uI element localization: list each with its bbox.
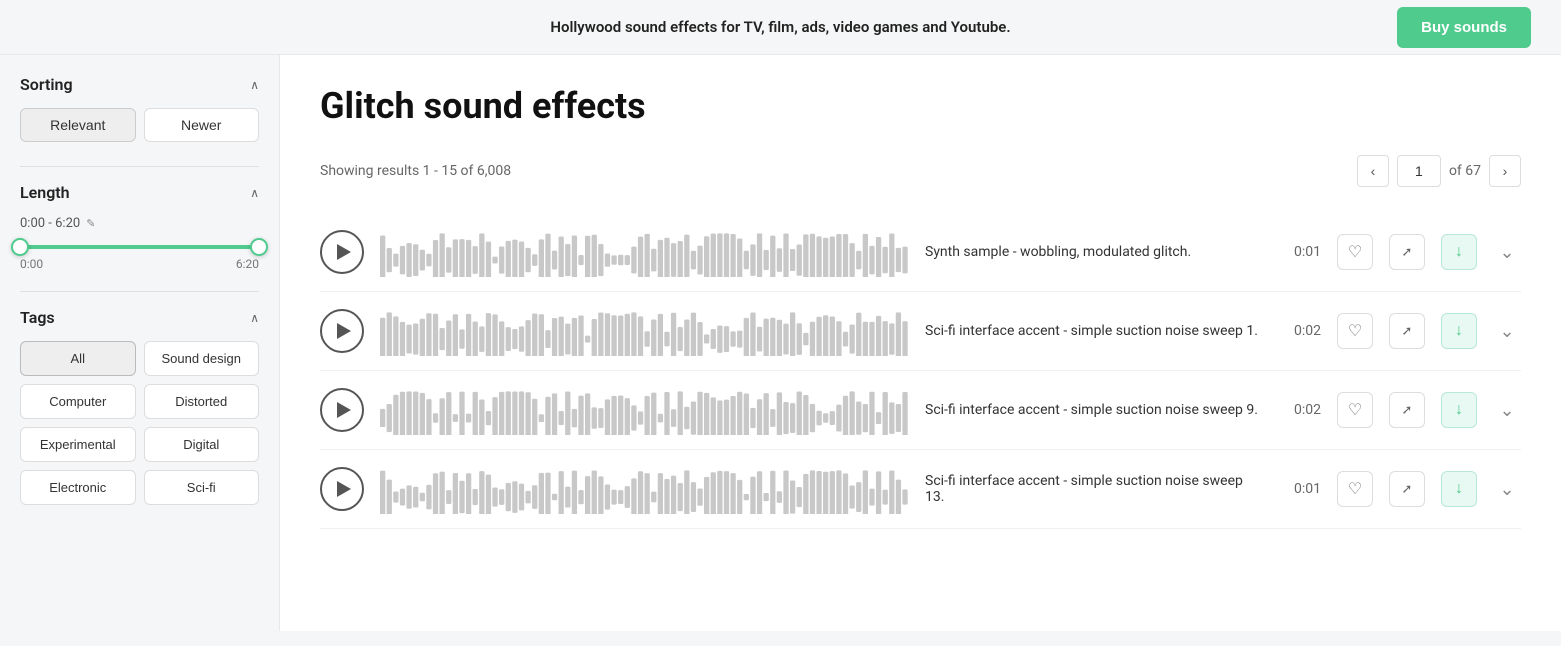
- tags-chevron-icon[interactable]: ∧: [250, 311, 259, 325]
- length-section-header: Length ∧: [20, 183, 259, 202]
- tag-button-electronic[interactable]: Electronic: [20, 470, 136, 505]
- favorite-button-3[interactable]: ♡: [1337, 471, 1373, 507]
- sound-row: Sci-fi interface accent - simple suction…: [320, 292, 1521, 371]
- play-button-3[interactable]: [320, 467, 364, 511]
- buy-sounds-button[interactable]: Buy sounds: [1397, 7, 1531, 48]
- range-thumb-right[interactable]: [250, 238, 268, 256]
- layout: Sorting ∧ Relevant Newer Length ∧ 0:00 -…: [0, 55, 1561, 631]
- range-labels: 0:00 6:20: [20, 257, 259, 271]
- share-button-2[interactable]: ➚: [1389, 392, 1425, 428]
- tag-button-sci-fi[interactable]: Sci-fi: [144, 470, 260, 505]
- share-button-3[interactable]: ➚: [1389, 471, 1425, 507]
- length-range-display: 0:00 - 6:20: [20, 216, 80, 231]
- play-icon-1: [337, 323, 351, 339]
- sound-description-1: Sci-fi interface accent - simple suction…: [925, 323, 1265, 339]
- expand-button-1[interactable]: ⌄: [1493, 317, 1521, 345]
- sort-newer-button[interactable]: Newer: [144, 108, 260, 142]
- tag-button-all[interactable]: All: [20, 341, 136, 376]
- tags-title: Tags: [20, 308, 55, 327]
- length-range-label: 0:00 - 6:20 ✎: [20, 216, 259, 231]
- main-content: Glitch sound effects Showing results 1 -…: [280, 55, 1561, 631]
- favorite-button-2[interactable]: ♡: [1337, 392, 1373, 428]
- share-button-1[interactable]: ➚: [1389, 313, 1425, 349]
- play-button-1[interactable]: [320, 309, 364, 353]
- sound-row: Sci-fi interface accent - simple suction…: [320, 450, 1521, 529]
- play-button-0[interactable]: [320, 230, 364, 274]
- tag-button-digital[interactable]: Digital: [144, 427, 260, 462]
- length-chevron-icon[interactable]: ∧: [250, 186, 259, 200]
- page-title: Glitch sound effects: [320, 85, 1521, 127]
- waveform-1[interactable]: [380, 306, 909, 356]
- sound-duration-0: 0:01: [1281, 244, 1321, 260]
- results-count: Showing results 1 - 15 of 6,008: [320, 163, 511, 179]
- results-bar: Showing results 1 - 15 of 6,008 ‹ of 67 …: [320, 155, 1521, 197]
- range-max-label: 6:20: [236, 257, 259, 271]
- favorite-button-1[interactable]: ♡: [1337, 313, 1373, 349]
- length-divider: [20, 291, 259, 292]
- prev-page-button[interactable]: ‹: [1357, 155, 1389, 187]
- play-button-2[interactable]: [320, 388, 364, 432]
- page-number-input[interactable]: [1397, 155, 1441, 187]
- page-of-label: of 67: [1449, 163, 1481, 179]
- sorting-title: Sorting: [20, 75, 73, 94]
- play-icon-0: [337, 244, 351, 260]
- download-button-3[interactable]: ↓: [1441, 471, 1477, 507]
- range-track-bg: [20, 245, 259, 249]
- favorite-button-0[interactable]: ♡: [1337, 234, 1373, 270]
- sorting-section-header: Sorting ∧: [20, 75, 259, 94]
- expand-button-2[interactable]: ⌄: [1493, 396, 1521, 424]
- expand-button-3[interactable]: ⌄: [1493, 475, 1521, 503]
- tags-section-header: Tags ∧: [20, 308, 259, 327]
- sound-list: Synth sample - wobbling, modulated glitc…: [320, 213, 1521, 529]
- download-button-2[interactable]: ↓: [1441, 392, 1477, 428]
- tag-grid: AllSound designComputerDistortedExperime…: [20, 341, 259, 505]
- range-filled: [20, 245, 259, 249]
- tag-button-distorted[interactable]: Distorted: [144, 384, 260, 419]
- edit-range-icon[interactable]: ✎: [86, 217, 95, 230]
- sound-description-0: Synth sample - wobbling, modulated glitc…: [925, 244, 1265, 260]
- range-slider[interactable]: [20, 245, 259, 249]
- sound-description-2: Sci-fi interface accent - simple suction…: [925, 402, 1265, 418]
- sorting-buttons: Relevant Newer: [20, 108, 259, 142]
- tag-button-sound-design[interactable]: Sound design: [144, 341, 260, 376]
- tags-section: Tags ∧ AllSound designComputerDistortedE…: [20, 308, 259, 505]
- header: Hollywood sound effects for TV, film, ad…: [0, 0, 1561, 55]
- download-button-0[interactable]: ↓: [1441, 234, 1477, 270]
- download-button-1[interactable]: ↓: [1441, 313, 1477, 349]
- sound-duration-3: 0:01: [1281, 481, 1321, 497]
- header-tagline: Hollywood sound effects for TV, film, ad…: [550, 18, 1010, 36]
- length-title: Length: [20, 183, 70, 202]
- sidebar: Sorting ∧ Relevant Newer Length ∧ 0:00 -…: [0, 55, 280, 631]
- waveform-0[interactable]: [380, 227, 909, 277]
- range-min-label: 0:00: [20, 257, 43, 271]
- sort-relevant-button[interactable]: Relevant: [20, 108, 136, 142]
- sound-duration-1: 0:02: [1281, 323, 1321, 339]
- sound-description-3: Sci-fi interface accent - simple suction…: [925, 473, 1265, 505]
- next-page-button[interactable]: ›: [1489, 155, 1521, 187]
- range-thumb-left[interactable]: [11, 238, 29, 256]
- sound-row: Synth sample - wobbling, modulated glitc…: [320, 213, 1521, 292]
- pagination: ‹ of 67 ›: [1357, 155, 1521, 187]
- sound-row: Sci-fi interface accent - simple suction…: [320, 371, 1521, 450]
- sorting-chevron-icon[interactable]: ∧: [250, 78, 259, 92]
- sound-duration-2: 0:02: [1281, 402, 1321, 418]
- tag-button-experimental[interactable]: Experimental: [20, 427, 136, 462]
- tag-button-computer[interactable]: Computer: [20, 384, 136, 419]
- share-button-0[interactable]: ➚: [1389, 234, 1425, 270]
- play-icon-3: [337, 481, 351, 497]
- waveform-2[interactable]: [380, 385, 909, 435]
- expand-button-0[interactable]: ⌄: [1493, 238, 1521, 266]
- waveform-3[interactable]: [380, 464, 909, 514]
- play-icon-2: [337, 402, 351, 418]
- sorting-divider: [20, 166, 259, 167]
